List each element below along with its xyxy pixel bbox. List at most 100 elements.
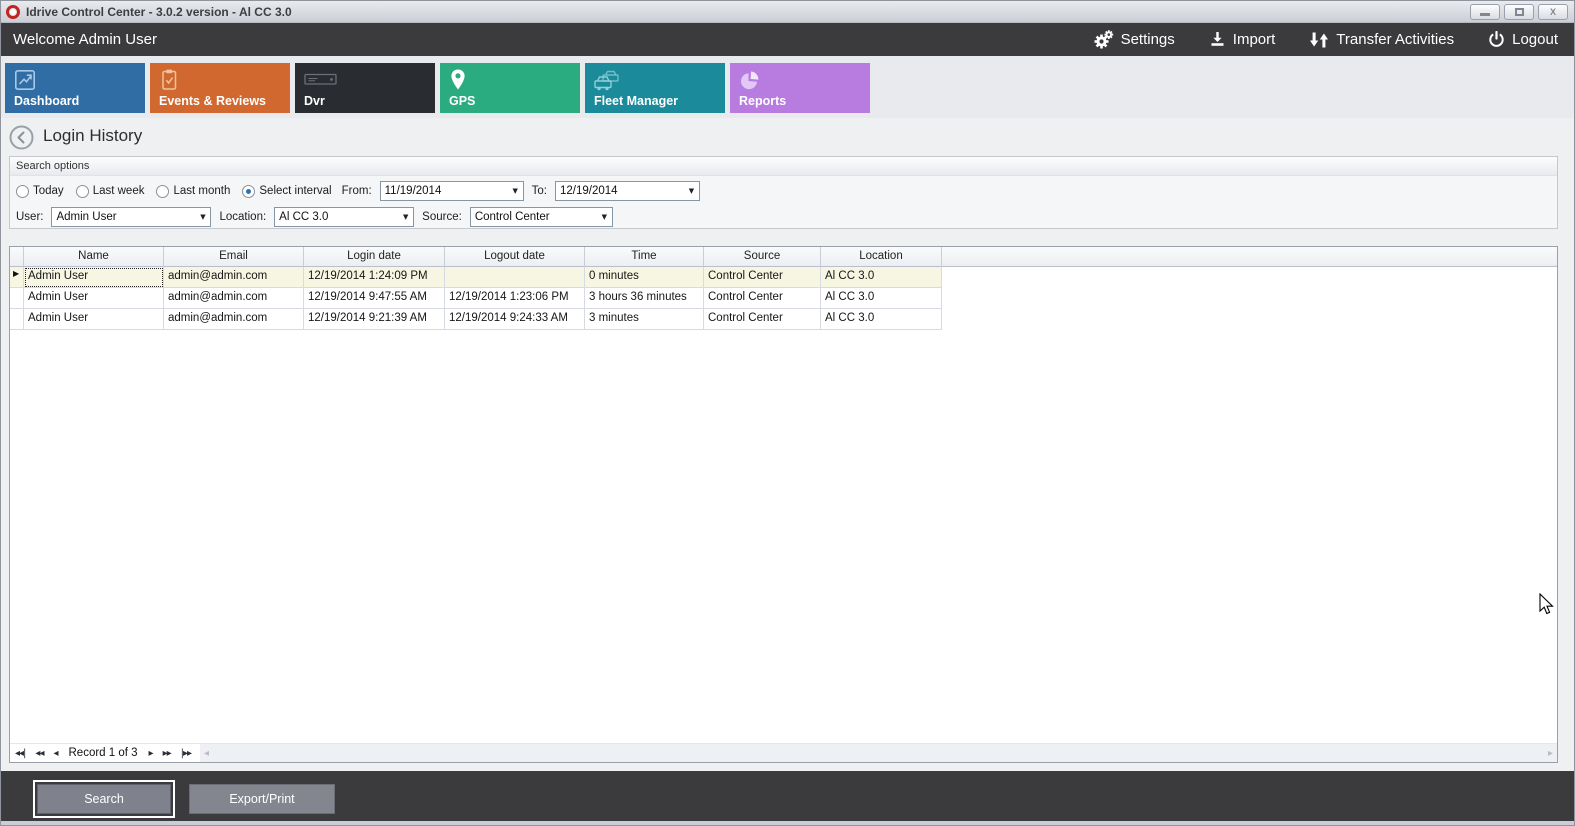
tile-label: Fleet Manager [594,94,678,108]
maximize-icon [1515,8,1524,16]
back-button[interactable] [9,125,34,150]
source-value: Control Center [471,211,597,223]
maximize-button[interactable] [1504,4,1534,20]
tile-label: Reports [739,94,786,108]
location-value: Al CC 3.0 [275,211,398,223]
tile-strip: Dashboard Events & ReviewsDvr GPS Fleet Man… [1,56,1574,118]
to-date-select[interactable]: 12/19/2014 ▼ [555,181,700,201]
topbar-actions: Settings Import Transfer Activities Logout [1093,30,1574,49]
cell-name[interactable]: Admin User [24,309,164,330]
chevron-down-icon: ▼ [398,213,413,221]
cell-time[interactable]: 3 minutes [585,309,704,330]
cell-location[interactable]: Al CC 3.0 [821,288,942,309]
tile-gps[interactable]: GPS [440,63,580,113]
tile-label: GPS [449,94,475,108]
import-button[interactable]: Import [1209,31,1276,48]
nav-next-page-button[interactable]: ▸▸ [158,748,176,759]
chevron-down-icon: ▼ [684,187,699,195]
export-print-button[interactable]: Export/Print [189,784,335,814]
back-arrow-icon [9,125,34,150]
radio-circle-icon [242,185,255,198]
column-header-email[interactable]: Email [164,247,304,267]
dvr-icon [303,68,339,95]
scroll-right-icon[interactable]: ▸ [1544,748,1557,759]
location-select[interactable]: Al CC 3.0 ▼ [274,207,414,227]
nav-next-button[interactable]: ▸ [144,748,158,759]
transfer-activities-button[interactable]: Transfer Activities [1309,31,1454,49]
table-row[interactable]: ▶Admin Useradmin@admin.com12/19/2014 1:2… [10,267,1557,288]
search-options-panel: Search options TodayLast weekLast monthS… [9,156,1558,229]
column-header-time[interactable]: Time [585,247,704,267]
nav-first-button[interactable]: ◂◂| [10,748,30,759]
logout-button[interactable]: Logout [1488,31,1558,48]
cell-name[interactable]: Admin User [24,267,164,288]
nav-last-button[interactable]: |▸▸ [176,748,196,759]
nav-prev-button[interactable]: ◂ [48,748,62,759]
tile-label: Dashboard [14,94,79,108]
radio-last-month[interactable]: Last month [156,185,230,198]
radio-label: Last week [93,185,145,197]
import-icon [1209,31,1226,48]
column-header-login-date[interactable]: Login date [304,247,445,267]
nav-prev-page-button[interactable]: ◂◂ [30,748,48,759]
horizontal-scrollbar[interactable]: ◂ ▸ [200,744,1557,762]
tile-dashboard[interactable]: Dashboard [5,63,145,113]
scroll-left-icon[interactable]: ◂ [200,748,213,759]
cell-logout-date[interactable]: 12/19/2014 9:24:33 AM [445,309,585,330]
radio-last-week[interactable]: Last week [76,185,145,198]
cell-source[interactable]: Control Center [704,288,821,309]
cell-login-date[interactable]: 12/19/2014 1:24:09 PM [304,267,445,288]
minimize-button[interactable] [1470,4,1500,20]
header-filler [942,247,1557,267]
radio-label: Select interval [259,185,331,197]
user-select[interactable]: Admin User ▼ [51,207,211,227]
cell-email[interactable]: admin@admin.com [164,288,304,309]
cell-time[interactable]: 3 hours 36 minutes [585,288,704,309]
radio-select-interval[interactable]: Select interval [242,185,331,198]
search-button[interactable]: Search [37,784,171,814]
source-select[interactable]: Control Center ▼ [470,207,613,227]
settings-icon [1093,30,1114,49]
cell-login-date[interactable]: 12/19/2014 9:21:39 AM [304,309,445,330]
settings-button[interactable]: Settings [1093,30,1175,49]
tile-events-reviews[interactable]: Events & Reviews [150,63,290,113]
column-header-logout-date[interactable]: Logout date [445,247,585,267]
table-row[interactable]: Admin Useradmin@admin.com12/19/2014 9:47… [10,288,1557,309]
cell-time[interactable]: 0 minutes [585,267,704,288]
settings-label: Settings [1121,31,1175,48]
cell-location[interactable]: Al CC 3.0 [821,267,942,288]
cell-email[interactable]: admin@admin.com [164,267,304,288]
interval-radios: Today Last week Last month Select interval [16,185,334,198]
welcome-text: Welcome Admin User [13,31,157,48]
radio-today[interactable]: Today [16,185,64,198]
from-date-select[interactable]: 11/19/2014 ▼ [380,181,524,201]
to-label: To: [532,185,547,197]
radio-circle-icon [76,185,89,198]
user-label: User: [16,211,43,223]
tile-reports[interactable]: Reports [730,63,870,113]
cell-name[interactable]: Admin User [24,288,164,309]
close-button[interactable]: X [1538,4,1568,20]
cell-source[interactable]: Control Center [704,309,821,330]
clipboard-icon [158,68,180,97]
table-row[interactable]: Admin Useradmin@admin.com12/19/2014 9:21… [10,309,1557,330]
column-header-location[interactable]: Location [821,247,942,267]
cell-source[interactable]: Control Center [704,267,821,288]
cell-logout-date[interactable]: 12/19/2014 1:23:06 PM [445,288,585,309]
cell-login-date[interactable]: 12/19/2014 9:47:55 AM [304,288,445,309]
import-label: Import [1233,31,1276,48]
cell-logout-date[interactable] [445,267,585,288]
column-header-source[interactable]: Source [704,247,821,267]
close-icon: X [1550,7,1556,17]
column-header-name[interactable]: Name [24,247,164,267]
logout-label: Logout [1512,31,1558,48]
from-label: From: [342,185,372,197]
fleet-icon [593,68,623,97]
grid-empty-area [10,330,1557,743]
module-tiles: Dashboard Events & ReviewsDvr GPS Fleet Man… [5,63,870,113]
row-indicator [10,288,24,309]
cell-location[interactable]: Al CC 3.0 [821,309,942,330]
tile-dvr[interactable]: Dvr [295,63,435,113]
tile-fleet-manager[interactable]: Fleet Manager [585,63,725,113]
cell-email[interactable]: admin@admin.com [164,309,304,330]
